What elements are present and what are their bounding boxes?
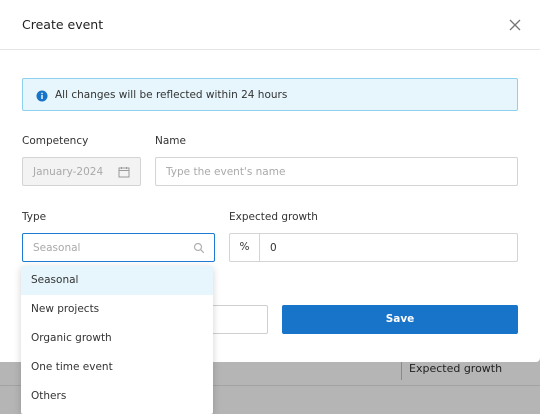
expected-growth-value: 0 <box>270 242 277 254</box>
expected-growth-field[interactable]: % 0 <box>229 233 518 262</box>
info-banner-text: All changes will be reflected within 24 … <box>55 89 288 101</box>
close-icon <box>509 19 521 31</box>
name-placeholder: Type the event's name <box>166 166 286 178</box>
expected-growth-label: Expected growth <box>229 211 318 223</box>
type-option[interactable]: One time event <box>21 353 213 382</box>
info-banner: All changes will be reflected within 24 … <box>22 78 518 111</box>
competency-label: Competency <box>22 135 89 147</box>
modal-title: Create event <box>22 17 104 32</box>
type-placeholder: Seasonal <box>33 242 81 254</box>
type-label: Type <box>22 211 47 223</box>
type-option[interactable]: Others <box>21 382 213 411</box>
type-dropdown: Seasonal New projects Organic growth One… <box>21 266 213 414</box>
close-button[interactable] <box>507 17 523 33</box>
type-option[interactable]: New projects <box>21 295 213 324</box>
calendar-icon <box>118 167 130 178</box>
competency-value: January-2024 <box>33 166 104 178</box>
name-field[interactable]: Type the event's name <box>155 157 518 186</box>
save-button[interactable]: Save <box>282 305 518 334</box>
type-option[interactable]: Seasonal <box>21 266 213 295</box>
percent-prefix: % <box>230 234 260 261</box>
background-expected-growth-header: Expected growth <box>409 362 503 375</box>
modal-header: Create event <box>0 0 540 50</box>
name-label: Name <box>155 135 186 147</box>
competency-field[interactable]: January-2024 <box>22 157 141 186</box>
info-icon <box>36 90 48 102</box>
type-option[interactable]: Organic growth <box>21 324 213 353</box>
cancel-button[interactable] <box>206 305 268 334</box>
search-icon <box>193 242 205 254</box>
type-select[interactable]: Seasonal <box>22 233 215 262</box>
